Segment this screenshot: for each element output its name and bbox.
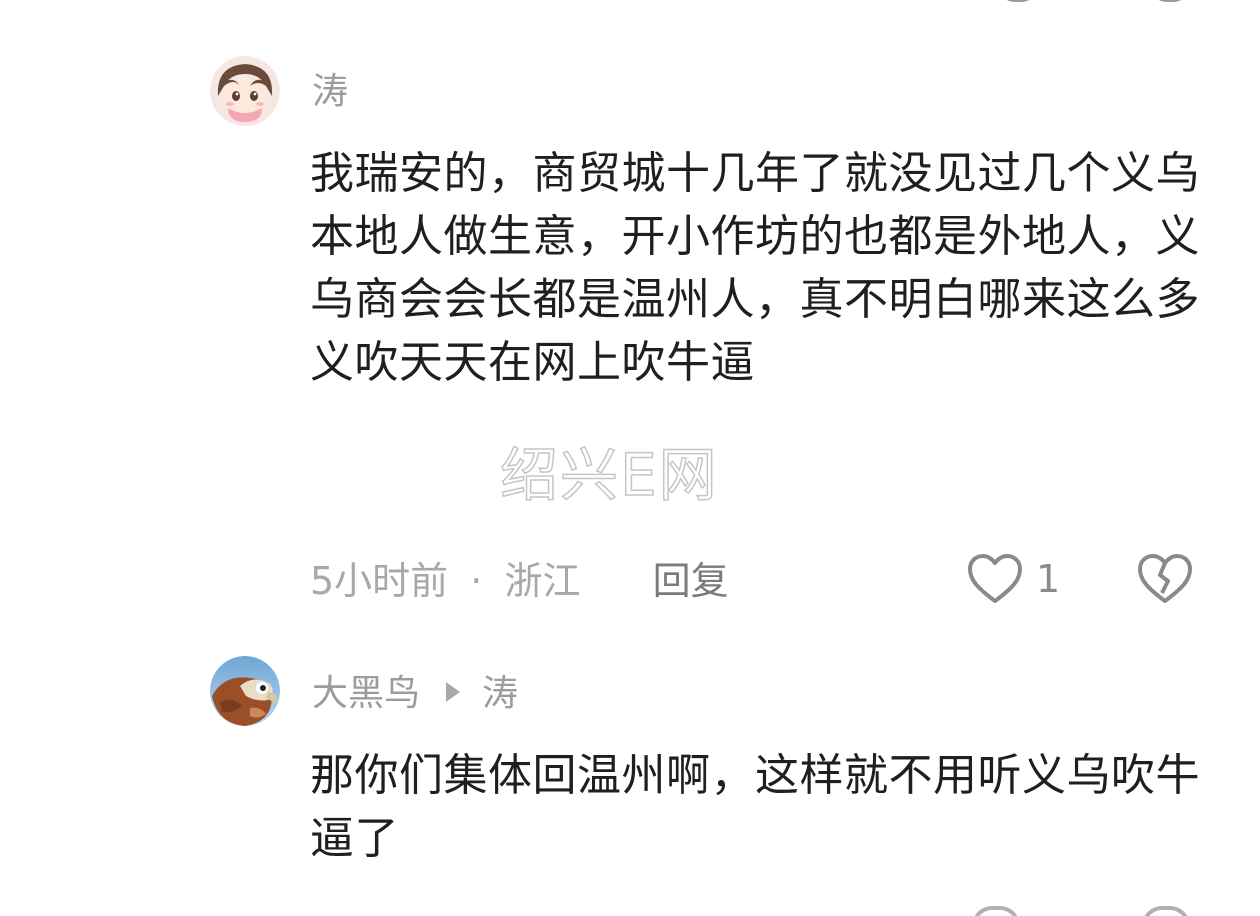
avatar[interactable] (210, 656, 280, 726)
like-button[interactable]: 1 (966, 553, 1060, 605)
comment-username[interactable]: 大黑鸟 (312, 673, 420, 714)
eagle-avatar-icon (210, 656, 280, 726)
previous-comment-clipped (300, 0, 1200, 4)
like-count: 1 (1036, 557, 1061, 601)
reply-to-username[interactable]: 涛 (482, 673, 518, 714)
heart-icon (968, 554, 1022, 603)
comment-location: 浙江 (504, 559, 581, 603)
clipped-like-icon[interactable] (1000, 0, 1036, 2)
clipped-like-icon[interactable] (972, 906, 1020, 916)
clipped-dislike-icon[interactable] (1142, 906, 1190, 916)
comment-body: 那你们集体回温州啊，这样就不用听义乌吹牛逼了 (310, 750, 1200, 864)
avatar[interactable] (210, 56, 280, 126)
clipped-dislike-icon[interactable] (1152, 0, 1188, 2)
comment-username[interactable]: 涛 (312, 72, 348, 112)
comment-meta: 5小时前 · 浙江 回复 (310, 558, 729, 604)
comment-body: 我瑞安的，商贸城十几年了就没见过几个义乌本地人做生意，开小作坊的也都是外地人，义… (310, 148, 1200, 388)
dislike-button[interactable] (1136, 553, 1194, 609)
comment-thread-page: 涛 我瑞安的，商贸城十几年了就没见过几个义乌本地人做生意，开小作坊的也都是外地人… (0, 0, 1260, 916)
reply-to-arrow-icon (446, 682, 461, 702)
comment-time: 5小时前 (310, 559, 449, 603)
watermark: 绍兴E网 (499, 440, 719, 510)
broken-heart-icon (1138, 554, 1192, 603)
comment-username-line: 大黑鸟 涛 (312, 674, 518, 714)
meta-separator: · (470, 559, 483, 603)
anime-girl-avatar-icon (210, 56, 280, 126)
reply-button[interactable]: 回复 (653, 559, 729, 603)
